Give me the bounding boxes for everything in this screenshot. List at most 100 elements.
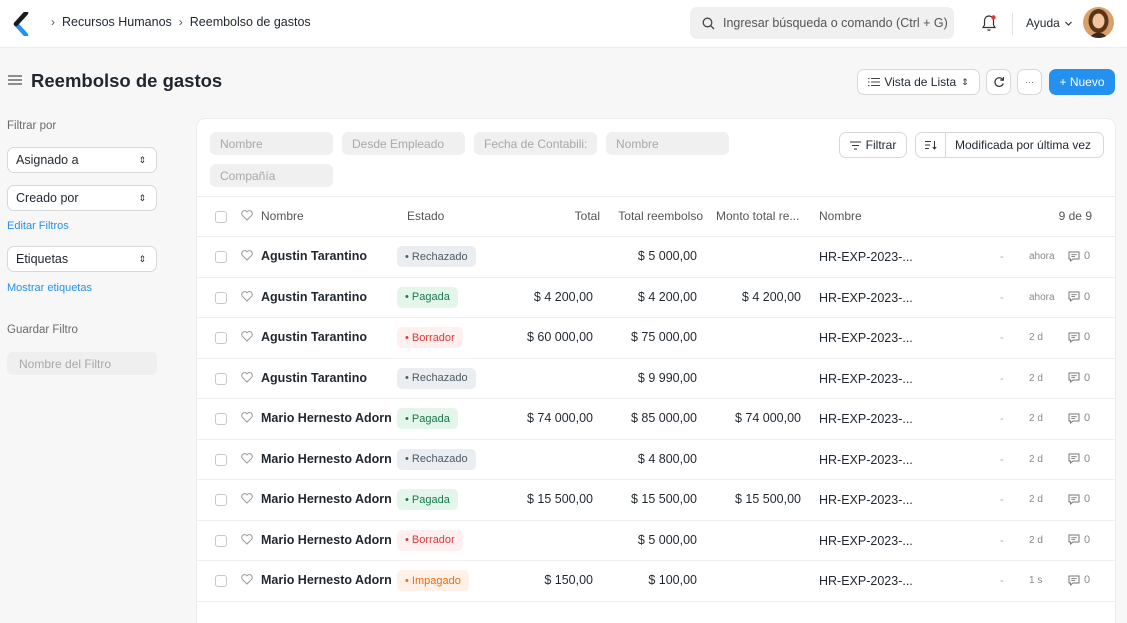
row-id[interactable]: HR-EXP-2023-... bbox=[819, 331, 913, 345]
new-button[interactable]: + Nuevo bbox=[1049, 69, 1115, 95]
row-comments[interactable]: 0 bbox=[1068, 331, 1090, 343]
row-comments[interactable]: 0 bbox=[1068, 534, 1090, 546]
row-comments[interactable]: 0 bbox=[1068, 493, 1090, 505]
row-employee-name[interactable]: Mario Hernesto Adorn bbox=[261, 492, 392, 506]
menu-icon[interactable] bbox=[8, 74, 22, 86]
avatar[interactable] bbox=[1083, 7, 1114, 38]
table-row[interactable]: Agustin Tarantino • Rechazado $ 5 000,00 HR… bbox=[197, 237, 1115, 278]
row-comments[interactable]: 0 bbox=[1068, 574, 1090, 586]
row-total-reembolso: $ 4 800,00 bbox=[637, 451, 697, 466]
row-employee-name[interactable]: Agustin Tarantino bbox=[261, 330, 367, 344]
row-id[interactable]: HR-EXP-2023-... bbox=[819, 574, 913, 588]
row-dash: - bbox=[1000, 291, 1004, 304]
row-checkbox[interactable] bbox=[215, 291, 227, 304]
heart-icon[interactable] bbox=[241, 250, 253, 261]
row-checkbox[interactable] bbox=[215, 575, 227, 587]
row-checkbox[interactable] bbox=[215, 332, 227, 344]
filter-nombre2-input[interactable]: Nombre bbox=[606, 132, 729, 155]
row-id[interactable]: HR-EXP-2023-... bbox=[819, 453, 913, 467]
row-id[interactable]: HR-EXP-2023-... bbox=[819, 250, 913, 264]
view-switcher-button[interactable]: Vista de Lista ⇕ bbox=[857, 69, 980, 95]
filter-compania-input[interactable]: Compañía bbox=[210, 164, 333, 187]
row-dash: - bbox=[1000, 332, 1004, 344]
heart-icon[interactable] bbox=[241, 574, 253, 585]
row-comment-count: 0 bbox=[1084, 290, 1091, 303]
edit-filters-link[interactable]: Editar Filtros bbox=[7, 220, 69, 232]
created-by-select[interactable]: Creado por ⇕ bbox=[7, 185, 157, 211]
row-comments[interactable]: 0 bbox=[1068, 412, 1090, 424]
header-monto-total[interactable]: Monto total re... bbox=[716, 209, 799, 223]
heart-icon[interactable] bbox=[241, 493, 253, 504]
row-employee-name[interactable]: Mario Hernesto Adorn bbox=[261, 573, 392, 587]
search-input[interactable]: Ingresar búsqueda o comando (Ctrl + G) bbox=[690, 7, 954, 39]
header-total[interactable]: Total bbox=[537, 209, 600, 223]
row-comments[interactable]: 0 bbox=[1068, 453, 1090, 465]
filter-empleado-input[interactable]: Desde Empleado bbox=[342, 132, 465, 155]
table-row[interactable]: Mario Hernesto Adorn • Borrador $ 5 000,00… bbox=[197, 521, 1115, 561]
filter-fecha-input[interactable]: Fecha de Contabili: bbox=[474, 132, 597, 155]
row-total-reembolso: $ 9 990,00 bbox=[637, 370, 697, 385]
row-employee-name[interactable]: Mario Hernesto Adorn bbox=[261, 533, 392, 547]
sort-label[interactable]: Modificada por última vez bbox=[946, 138, 1091, 152]
row-comments[interactable]: 0 bbox=[1068, 372, 1090, 384]
tags-select[interactable]: Etiquetas ⇕ bbox=[7, 246, 157, 272]
table-row[interactable]: Agustin Tarantino • Rechazado $ 9 990,00 HR… bbox=[197, 359, 1115, 399]
row-comments[interactable]: 0 bbox=[1068, 291, 1090, 303]
row-employee-name[interactable]: Agustin Tarantino bbox=[261, 249, 367, 263]
table-row[interactable]: Agustin Tarantino • Pagada $ 4 200,00 $ 4 2… bbox=[197, 278, 1115, 318]
comment-icon bbox=[1068, 413, 1080, 424]
sort-control[interactable]: Modificada por última vez bbox=[915, 132, 1104, 158]
row-checkbox[interactable] bbox=[215, 494, 227, 506]
refresh-button[interactable] bbox=[986, 69, 1011, 95]
header-nombre[interactable]: Nombre bbox=[261, 209, 304, 223]
header-total-reembolso[interactable]: Total reembolso bbox=[607, 209, 703, 223]
filter-button[interactable]: Filtrar bbox=[839, 132, 907, 158]
filter-name-input[interactable]: Nombre del Filtro bbox=[7, 352, 157, 375]
row-employee-name[interactable]: Mario Hernesto Adorn bbox=[261, 452, 392, 466]
row-id[interactable]: HR-EXP-2023-... bbox=[819, 493, 913, 507]
table-row[interactable]: Mario Hernesto Adorn • Pagada $ 74 000,00 $… bbox=[197, 399, 1115, 440]
row-checkbox[interactable] bbox=[215, 372, 227, 385]
row-checkbox[interactable] bbox=[215, 453, 227, 466]
show-tags-link[interactable]: Mostrar etiquetas bbox=[7, 282, 92, 294]
bell-icon[interactable] bbox=[981, 14, 997, 32]
row-id[interactable]: HR-EXP-2023-... bbox=[819, 291, 913, 305]
row-checkbox[interactable] bbox=[215, 251, 227, 263]
app-logo-icon[interactable] bbox=[12, 12, 32, 36]
row-id[interactable]: HR-EXP-2023-... bbox=[819, 534, 913, 548]
assigned-to-select[interactable]: Asignado a ⇕ bbox=[7, 147, 157, 173]
row-employee-name[interactable]: Agustin Tarantino bbox=[261, 290, 367, 304]
heart-icon[interactable] bbox=[241, 331, 253, 342]
filter-nombre-input[interactable]: Nombre bbox=[210, 132, 333, 155]
row-comments[interactable]: 0 bbox=[1068, 250, 1090, 262]
chevron-down-icon bbox=[1064, 21, 1072, 26]
row-total-reembolso: $ 5 000,00 bbox=[637, 532, 697, 547]
row-employee-name[interactable]: Mario Hernesto Adorn bbox=[261, 411, 392, 425]
table-row[interactable]: Mario Hernesto Adorn • Impagado $ 150,00 $ … bbox=[197, 561, 1115, 602]
row-id[interactable]: HR-EXP-2023-... bbox=[819, 412, 913, 426]
header-estado[interactable]: Estado bbox=[407, 209, 444, 223]
heart-icon[interactable] bbox=[241, 210, 253, 221]
row-total: $ 150,00 bbox=[544, 573, 593, 587]
heart-icon[interactable] bbox=[241, 533, 253, 545]
row-total: $ 15 500,00 bbox=[526, 492, 593, 506]
comment-icon bbox=[1068, 453, 1080, 464]
heart-icon[interactable] bbox=[241, 452, 253, 464]
table-row[interactable]: Mario Hernesto Adorn • Rechazado $ 4 800,0… bbox=[197, 440, 1115, 480]
more-actions-button[interactable]: ··· bbox=[1017, 69, 1042, 95]
heart-icon[interactable] bbox=[241, 412, 253, 423]
table-row[interactable]: Mario Hernesto Adorn • Pagada $ 15 500,00 $… bbox=[197, 480, 1115, 521]
row-employee-name[interactable]: Agustin Tarantino bbox=[261, 371, 367, 385]
heart-icon[interactable] bbox=[241, 290, 253, 302]
breadcrumb-item-module[interactable]: Recursos Humanos bbox=[62, 15, 172, 29]
row-checkbox[interactable] bbox=[215, 534, 227, 547]
heart-icon[interactable] bbox=[241, 371, 253, 383]
select-all-checkbox[interactable] bbox=[215, 211, 227, 223]
row-id[interactable]: HR-EXP-2023-... bbox=[819, 372, 913, 386]
sort-direction-button[interactable] bbox=[916, 133, 946, 157]
row-checkbox[interactable] bbox=[215, 413, 227, 425]
help-dropdown[interactable]: Ayuda bbox=[1026, 16, 1073, 30]
header-nombre2[interactable]: Nombre bbox=[819, 209, 862, 223]
breadcrumb-item-doctype[interactable]: Reembolso de gastos bbox=[190, 15, 311, 29]
table-row[interactable]: Agustin Tarantino • Borrador $ 60 000,00 $ … bbox=[197, 318, 1115, 359]
